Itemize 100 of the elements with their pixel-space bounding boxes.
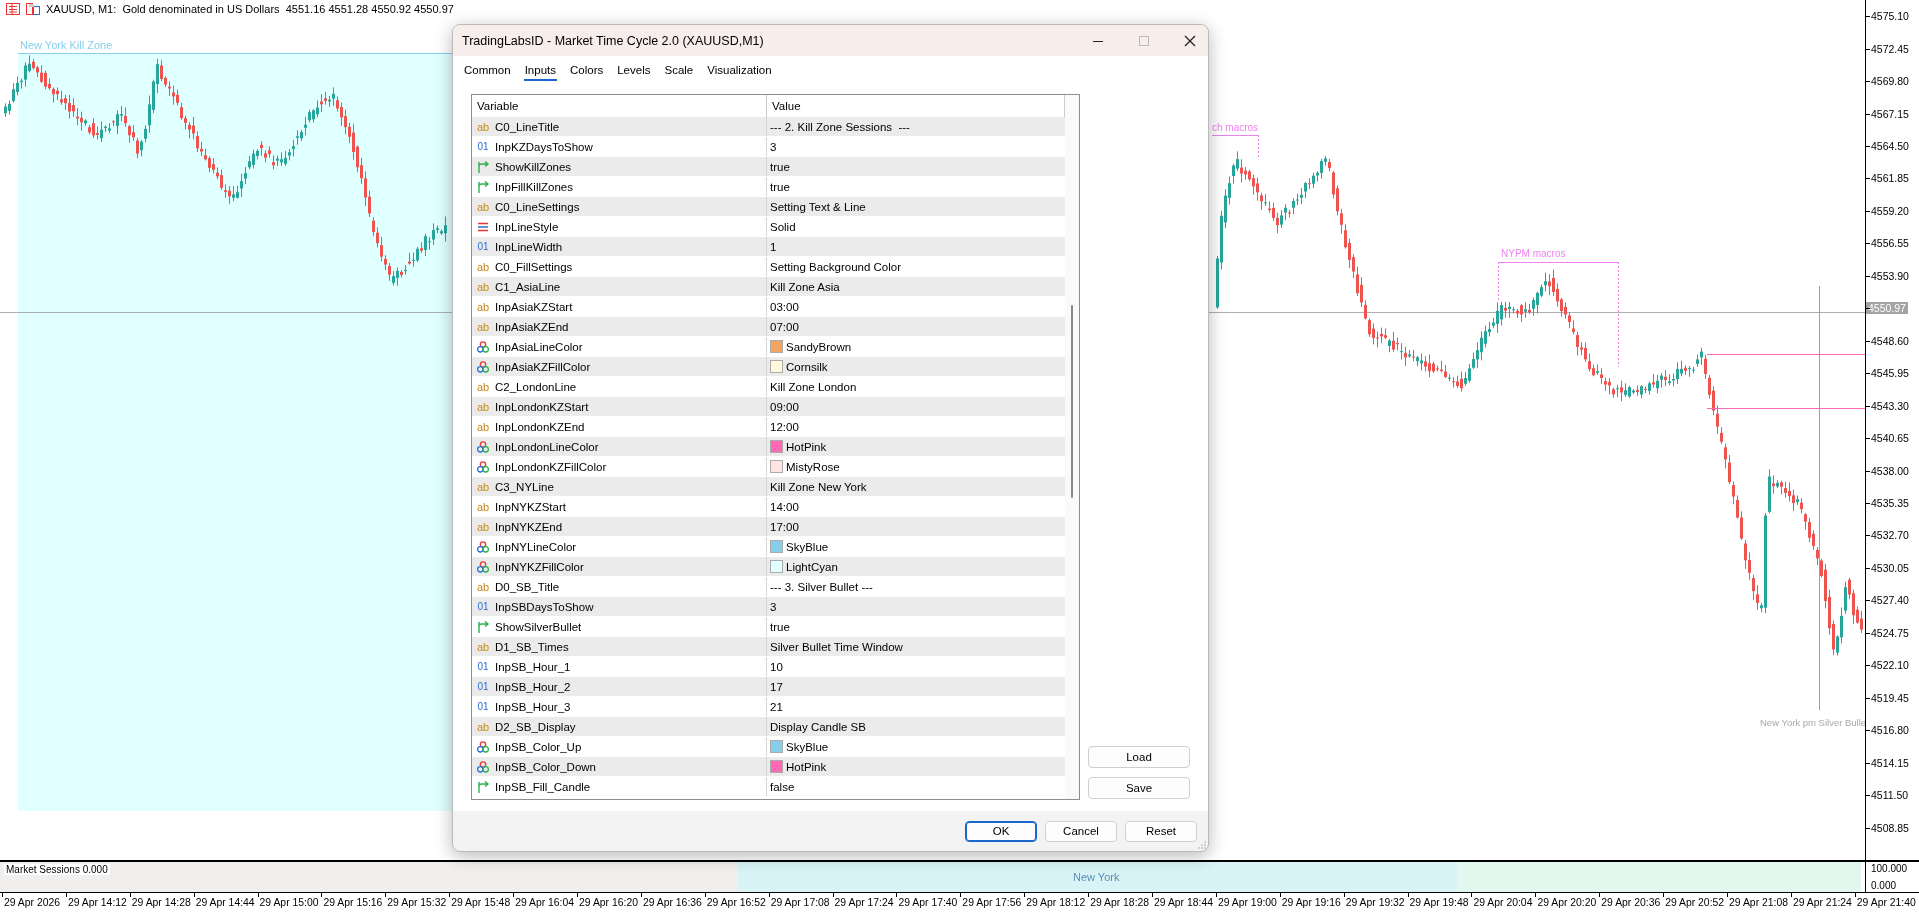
time-label: 29 Apr 14:44 xyxy=(195,897,255,908)
parameter-value[interactable]: SkyBlue xyxy=(786,540,829,553)
tab[interactable]: Common xyxy=(463,59,512,81)
window-icon[interactable] xyxy=(26,3,40,15)
symbol-info: XAUUSD, M1: Gold denominated in US Dollars 4551.16 4551.28 4550.92 4550.97 xyxy=(46,3,454,15)
parameter-value[interactable]: HotPink xyxy=(786,760,827,773)
time-label: 29 Apr 15:48 xyxy=(451,897,511,908)
branch-arrow-icon xyxy=(476,179,490,194)
tab[interactable]: Visualization xyxy=(706,59,773,81)
parameter-value[interactable]: 1 xyxy=(770,240,777,253)
parameter-value[interactable]: Silver Bullet Time Window xyxy=(770,640,903,653)
tab[interactable]: Inputs xyxy=(523,59,557,81)
time-label: 29 Apr 16:20 xyxy=(579,897,638,908)
parameter-value[interactable]: SandyBrown xyxy=(786,340,852,353)
palette-icon xyxy=(476,359,490,374)
variable-name: InpSB_Fill_Candle xyxy=(495,780,591,793)
price-label: 4516.80 xyxy=(1871,724,1909,737)
type-label: 01 xyxy=(477,240,489,253)
parameter-value[interactable]: 14:00 xyxy=(770,500,799,513)
time-label: 29 Apr 21:08 xyxy=(1729,897,1788,908)
time-label: 29 Apr 2026 xyxy=(4,897,61,908)
time-label: 29 Apr 16:52 xyxy=(706,897,766,908)
price-label: 4530.05 xyxy=(1871,561,1909,574)
parameter-value[interactable]: false xyxy=(770,780,795,793)
parameter-value[interactable]: 17:00 xyxy=(770,520,799,533)
parameter-value[interactable]: 21 xyxy=(770,700,783,713)
parameter-value[interactable]: 03:00 xyxy=(770,300,799,313)
parameter-value[interactable]: true xyxy=(770,180,790,193)
parameter-value[interactable]: Kill Zone Asia xyxy=(770,280,840,293)
price-label: 4545.95 xyxy=(1871,367,1909,380)
time-label: 29 Apr 19:48 xyxy=(1409,897,1469,908)
close-icon[interactable] xyxy=(1184,34,1196,47)
list-icon[interactable] xyxy=(6,3,20,15)
time-label: 29 Apr 18:44 xyxy=(1154,897,1213,908)
parameter-value[interactable]: Cornsilk xyxy=(786,360,828,373)
parameter-value[interactable]: Solid xyxy=(770,220,796,233)
type-label: 01 xyxy=(477,680,489,693)
time-label: 29 Apr 19:00 xyxy=(1217,897,1277,908)
type-label: ab xyxy=(476,520,490,533)
variable-name: InpAsiaKZFillColor xyxy=(495,360,591,373)
type-label: ab xyxy=(476,640,490,653)
price-label: 4569.80 xyxy=(1871,75,1909,88)
dialog-button[interactable]: Load xyxy=(1088,746,1190,768)
parameter-value[interactable]: 10 xyxy=(770,660,783,673)
parameter-value[interactable]: 12:00 xyxy=(770,420,799,433)
tab[interactable]: Colors xyxy=(569,59,605,81)
tab[interactable]: Scale xyxy=(663,59,695,81)
window-title: TradingLabsID - Market Time Cycle 2.0 (XAUUSD,M1) xyxy=(462,33,764,48)
parameter-value[interactable]: 07:00 xyxy=(770,320,799,333)
parameter-value[interactable]: Kill Zone New York xyxy=(770,480,867,493)
price-label: 4527.40 xyxy=(1871,594,1909,607)
variable-name: InpLondonKZStart xyxy=(495,400,589,413)
parameter-value[interactable]: 3 xyxy=(770,140,777,153)
price-label: 4508.85 xyxy=(1871,821,1909,834)
variable-name: ShowSilverBullet xyxy=(495,620,582,633)
parameter-value[interactable]: true xyxy=(770,620,790,633)
palette-icon xyxy=(476,539,490,554)
time-label: 29 Apr 17:40 xyxy=(898,897,958,908)
parameter-value[interactable]: SkyBlue xyxy=(786,740,829,753)
parameter-value[interactable]: 09:00 xyxy=(770,400,799,413)
variable-name: D1_SB_Times xyxy=(495,640,569,653)
parameter-value[interactable]: --- 2. Kill Zone Sessions --- xyxy=(770,120,910,133)
parameter-value[interactable]: MistyRose xyxy=(786,460,840,473)
variable-name: D2_SB_Display xyxy=(495,720,576,733)
parameter-value[interactable]: HotPink xyxy=(786,440,827,453)
parameter-value[interactable]: true xyxy=(770,160,790,173)
parameter-value[interactable]: 3 xyxy=(770,600,777,613)
variable-name: InpSB_Hour_3 xyxy=(495,700,571,713)
variable-name: InpAsiaLineColor xyxy=(495,340,583,353)
variable-name: ShowKillZones xyxy=(495,160,572,173)
price-label: 4538.00 xyxy=(1871,464,1909,477)
dialog-button[interactable]: Cancel xyxy=(1045,820,1117,842)
tab[interactable]: Levels xyxy=(616,59,652,81)
parameter-value[interactable]: LightCyan xyxy=(786,560,838,573)
parameter-value[interactable]: Setting Background Color xyxy=(770,260,902,273)
variable-name: InpSB_Hour_2 xyxy=(495,680,571,693)
parameter-value[interactable]: Display Candle SB xyxy=(770,720,866,733)
variable-name: C2_LondonLine xyxy=(495,380,577,393)
time-label: 29 Apr 17:56 xyxy=(962,897,1022,908)
dialog-button[interactable]: Save xyxy=(1088,777,1190,799)
variable-name: InpFillKillZones xyxy=(495,180,573,193)
palette-icon xyxy=(476,739,490,754)
price-label: 4561.85 xyxy=(1871,172,1909,185)
variable-name: InpSB_Color_Down xyxy=(495,760,596,773)
resize-grip-icon[interactable] xyxy=(1198,841,1206,849)
variable-name: InpLondonLineColor xyxy=(495,440,599,453)
time-label: 29 Apr 16:04 xyxy=(515,897,575,908)
price-label: 4514.15 xyxy=(1871,756,1909,769)
type-label: 01 xyxy=(477,140,489,153)
dialog-button[interactable]: OK xyxy=(965,820,1037,842)
price-label: 4535.35 xyxy=(1871,497,1909,509)
scrollbar-thumb[interactable] xyxy=(1071,305,1073,498)
palette-icon xyxy=(476,759,490,774)
parameter-value[interactable]: Setting Text & Line xyxy=(770,200,866,213)
parameter-value[interactable]: 17 xyxy=(770,680,783,693)
price-label: 4524.75 xyxy=(1871,626,1909,639)
parameter-value[interactable]: Kill Zone London xyxy=(770,380,857,393)
parameter-value[interactable]: --- 3. Silver Bullet --- xyxy=(770,580,873,593)
dialog-button[interactable]: Reset xyxy=(1125,820,1197,842)
price-label: 4553.90 xyxy=(1871,269,1909,282)
